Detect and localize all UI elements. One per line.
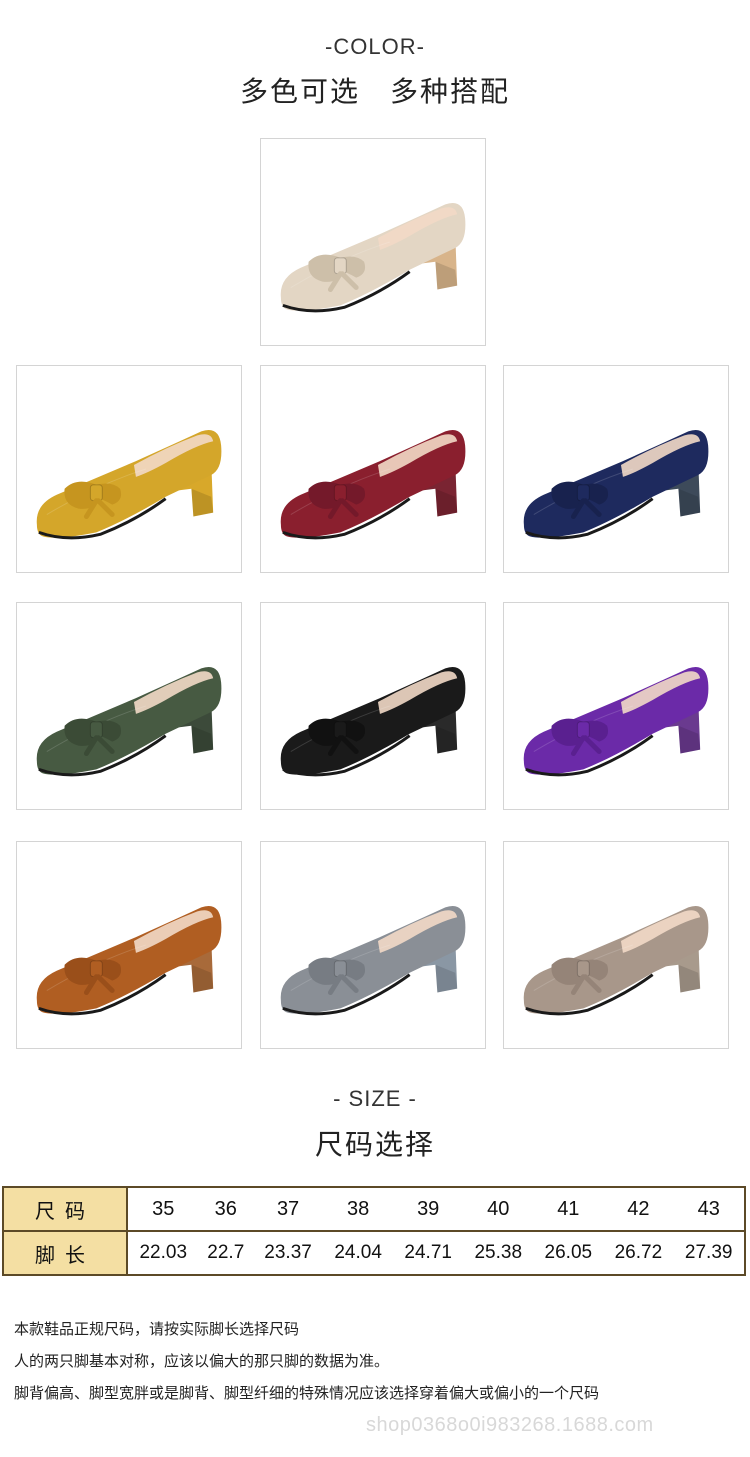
foot-length-cell: 22.03 (139, 1242, 188, 1263)
pump-shoe-image (280, 905, 466, 1016)
shoe-color-swatch (16, 365, 242, 573)
foot-length-cell: 24.71 (404, 1242, 452, 1263)
pump-shoe-image (280, 666, 466, 777)
size-cell: 37 (253, 1187, 324, 1232)
size-cell: 40 (463, 1187, 534, 1232)
pump-shoe-image (523, 429, 709, 540)
foot-length-cell: 25.38 (474, 1242, 523, 1263)
shoe-color-swatch (260, 841, 486, 1049)
foot-length-row-header: 脚长 (3, 1231, 128, 1275)
pump-shoe-image (523, 905, 709, 1016)
pump-shoe-image (36, 666, 222, 777)
shoe-color-swatch (503, 841, 729, 1049)
shoe-color-swatch (16, 841, 242, 1049)
pump-shoe-image (523, 666, 709, 777)
pump-shoe-image (36, 429, 222, 540)
size-cell: 36 (198, 1187, 254, 1232)
foot-length-cell: 27.39 (684, 1242, 733, 1263)
pump-shoe-image (280, 202, 466, 313)
shoe-color-swatch (16, 602, 242, 810)
pump-shoe-image (36, 905, 222, 1016)
color-section-title: 多色可选 多种搭配 (239, 75, 510, 108)
shoe-color-swatch (260, 138, 486, 346)
foot-length-cell: 26.05 (544, 1242, 593, 1263)
shoe-color-swatch (503, 365, 729, 573)
sizing-note: 人的两只脚基本对称，应该以偏大的那只脚的数据为准。 (14, 1352, 390, 1370)
size-cell: 42 (603, 1187, 674, 1232)
foot-length-cell: 26.72 (614, 1242, 663, 1263)
size-cell: 41 (533, 1187, 604, 1232)
foot-length-cell: 23.37 (264, 1242, 312, 1263)
size-row: 尺码 35 36 37 38 39 40 41 42 43 (3, 1187, 745, 1232)
foot-length-cell: 22.7 (207, 1242, 245, 1263)
size-row-header: 尺码 (3, 1187, 128, 1232)
size-cell: 39 (393, 1187, 464, 1232)
foot-length-cell: 24.04 (334, 1242, 382, 1263)
shop-watermark: shop0368o0i983268.1688.com (366, 1414, 654, 1436)
foot-length-row: 脚长 22.03 22.7 23.37 24.04 24.71 25.38 26… (3, 1231, 745, 1275)
size-cell: 43 (673, 1187, 745, 1232)
size-cell: 35 (127, 1187, 199, 1232)
color-section-label: -COLOR- (325, 34, 425, 59)
shoe-color-swatch (260, 365, 486, 573)
size-section-label: - SIZE - (333, 1086, 417, 1111)
shoe-color-swatch (260, 602, 486, 810)
sizing-note: 脚背偏高、脚型宽胖或是脚背、脚型纤细的特殊情况应该选择穿着偏大或偏小的一个尺码 (14, 1384, 600, 1402)
shoe-color-swatch (503, 602, 729, 810)
pump-shoe-image (280, 429, 466, 540)
sizing-note: 本款鞋品正规尺码，请按实际脚长选择尺码 (14, 1320, 300, 1338)
size-section-title: 尺码选择 (314, 1128, 435, 1161)
size-cell: 38 (323, 1187, 394, 1232)
size-table: 尺码 35 36 37 38 39 40 41 42 43 脚长 22.03 2… (2, 1186, 746, 1276)
